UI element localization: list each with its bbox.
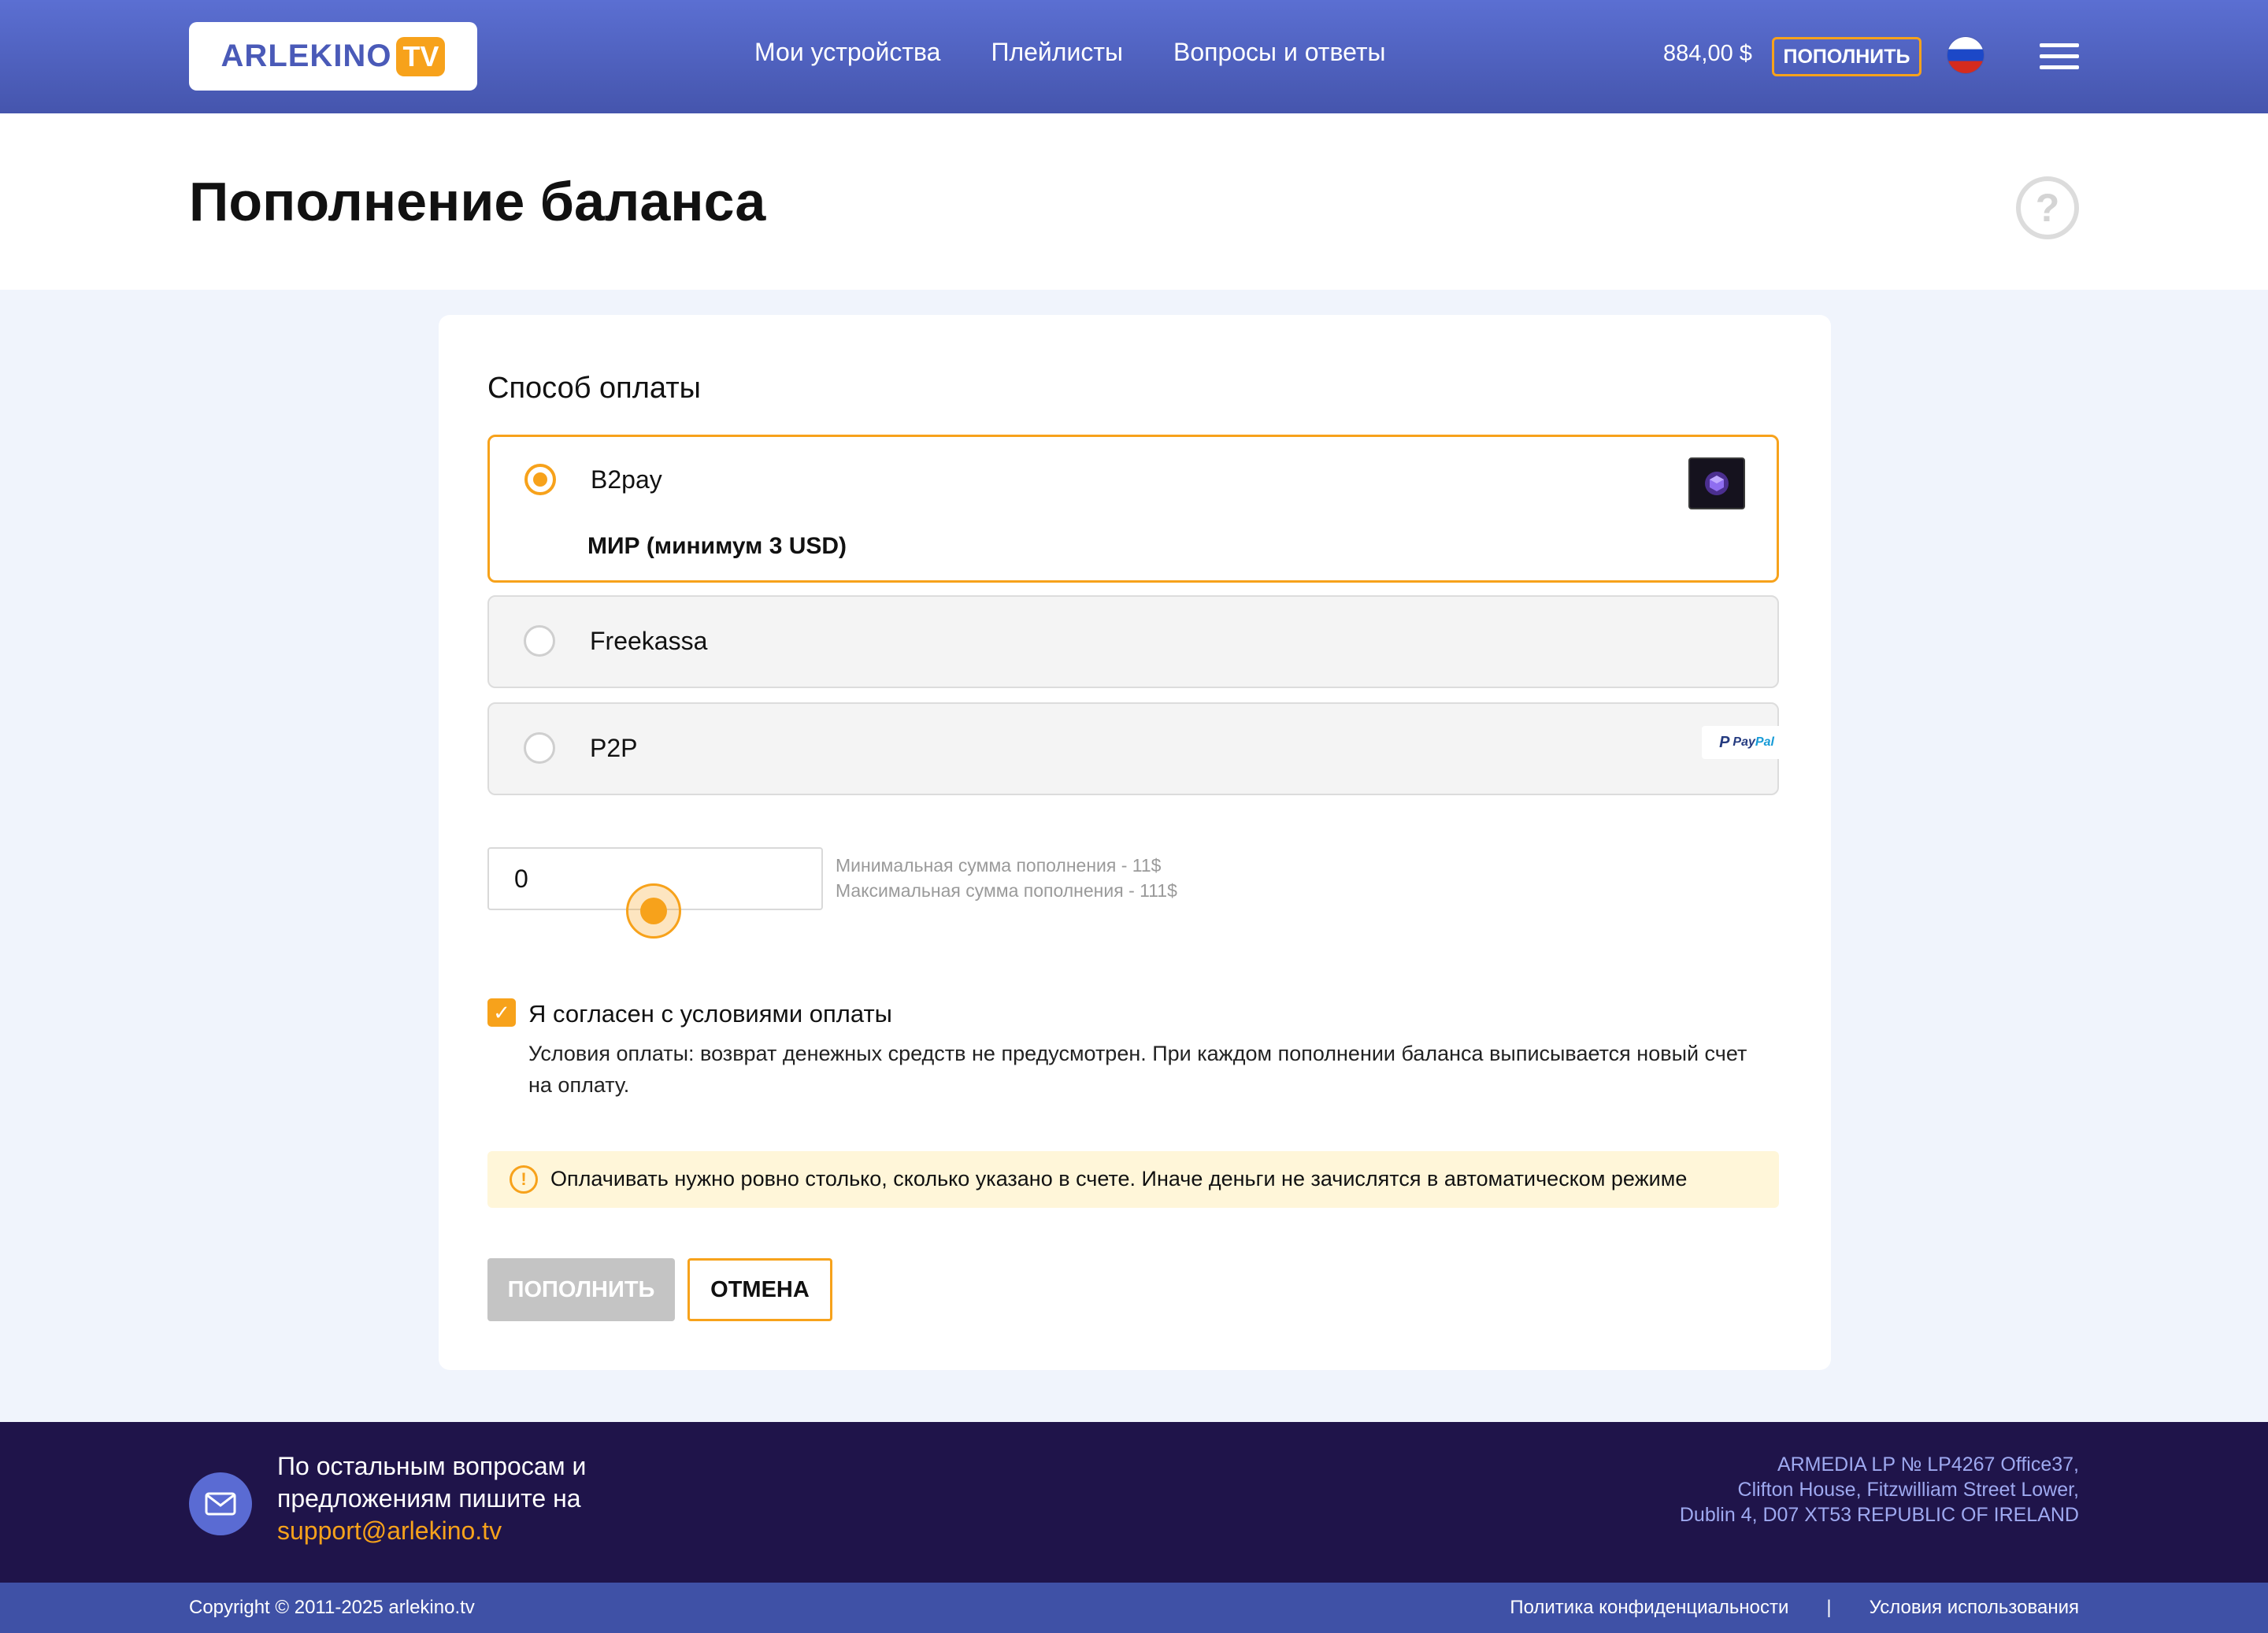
balance-amount: 884,00 $ [1663, 41, 1752, 66]
radio-b2pay[interactable] [524, 464, 556, 495]
cancel-button[interactable]: ОТМЕНА [687, 1258, 832, 1321]
address-line-3: Dublin 4, D07 XT53 REPUBLIC OF IRELAND [1679, 1504, 2079, 1526]
agree-label[interactable]: Я согласен с условиями оплаты [528, 1000, 892, 1028]
payment-option-p2p[interactable]: P2P P PayPal [487, 702, 1792, 795]
max-amount-hint: Максимальная сумма пополнения - 111$ [836, 880, 1177, 901]
min-amount-hint: Минимальная сумма пополнения - 11$ [836, 855, 1162, 876]
footer: По остальным вопросам и предложениям пиш… [0, 1422, 2268, 1583]
paypal-pal-text: Pal [1755, 735, 1774, 749]
radio-freekassa[interactable] [524, 625, 555, 657]
terms-of-use-link[interactable]: Условия использования [1870, 1597, 2079, 1619]
topup-button[interactable]: ПОПОЛНИТЬ [487, 1258, 675, 1321]
contact-line-2: предложениям пишите на [277, 1484, 581, 1513]
warning-banner: ! Оплачивать нужно ровно столько, скольк… [487, 1151, 1779, 1208]
address-line-1: ARMEDIA LP № LP4267 Office37, [1777, 1453, 2079, 1476]
option-label: B2pay [591, 465, 662, 494]
page-title: Пополнение баланса [189, 171, 766, 232]
nav-faq[interactable]: Вопросы и ответы [1173, 38, 1386, 67]
payment-option-b2pay[interactable]: B2pay МИР (минимум 3 USD) [487, 435, 1779, 583]
option-label: Freekassa [590, 627, 708, 655]
payment-card: Способ оплаты B2pay МИР (минимум 3 USD) … [439, 315, 1831, 1370]
option-label: P2P [590, 734, 638, 762]
russian-flag-icon[interactable] [1947, 37, 1984, 73]
bottom-bar: Copyright © 2011-2025 arlekino.tv Полити… [0, 1583, 2268, 1633]
main-nav: Мои устройства Плейлисты Вопросы и ответ… [754, 38, 1385, 67]
support-email-link[interactable]: support@arlekino.tv [277, 1515, 586, 1547]
radio-p2p[interactable] [524, 732, 555, 764]
payment-option-freekassa[interactable]: Freekassa [487, 595, 1779, 688]
paypal-logo-icon: P PayPal [1702, 726, 1792, 759]
logo[interactable]: ARLEKINO TV [189, 22, 477, 91]
payment-method-title: Способ оплаты [487, 372, 701, 405]
title-bar: Пополнение баланса ? [0, 113, 2268, 290]
logo-badge: TV [396, 36, 446, 76]
nav-my-devices[interactable]: Мои устройства [754, 38, 940, 67]
mail-icon [189, 1472, 252, 1535]
warning-icon: ! [510, 1165, 538, 1194]
address-line-2: Clifton House, Fitzwilliam Street Lower, [1737, 1479, 2079, 1501]
legal-separator: | [1826, 1597, 1832, 1618]
hamburger-menu-icon[interactable] [2040, 43, 2079, 70]
copyright: Copyright © 2011-2025 arlekino.tv [189, 1597, 475, 1618]
help-icon[interactable]: ? [2016, 176, 2079, 239]
header-topup-button[interactable]: ПОПОЛНИТЬ [1772, 37, 1922, 76]
payment-terms-text: Условия оплаты: возврат денежных средств… [528, 1042, 1747, 1097]
privacy-policy-link[interactable]: Политика конфиденциальности [1510, 1597, 1788, 1619]
logo-text: ARLEKINO [220, 39, 392, 73]
option-sublabel: МИР (минимум 3 USD) [587, 533, 847, 559]
paypal-pay-text: Pay [1732, 735, 1755, 749]
warning-text: Оплачивать нужно ровно столько, сколько … [550, 1167, 1688, 1190]
b2pay-logo-icon [1688, 457, 1745, 509]
nav-playlists[interactable]: Плейлисты [991, 38, 1123, 67]
contact-text: По остальным вопросам и предложениям пиш… [277, 1450, 586, 1547]
paypal-p-icon: P [1719, 733, 1730, 751]
legal-links: Политика конфиденциальности | Условия ис… [1510, 1597, 2079, 1619]
top-header: ARLEKINO TV Мои устройства Плейлисты Воп… [0, 0, 2268, 113]
agree-checkbox[interactable]: ✓ [487, 998, 516, 1027]
contact-line-1: По остальным вопросам и [277, 1452, 587, 1480]
touch-indicator [626, 883, 681, 939]
company-address: ARMEDIA LP № LP4267 Office37, Clifton Ho… [1680, 1452, 2079, 1527]
